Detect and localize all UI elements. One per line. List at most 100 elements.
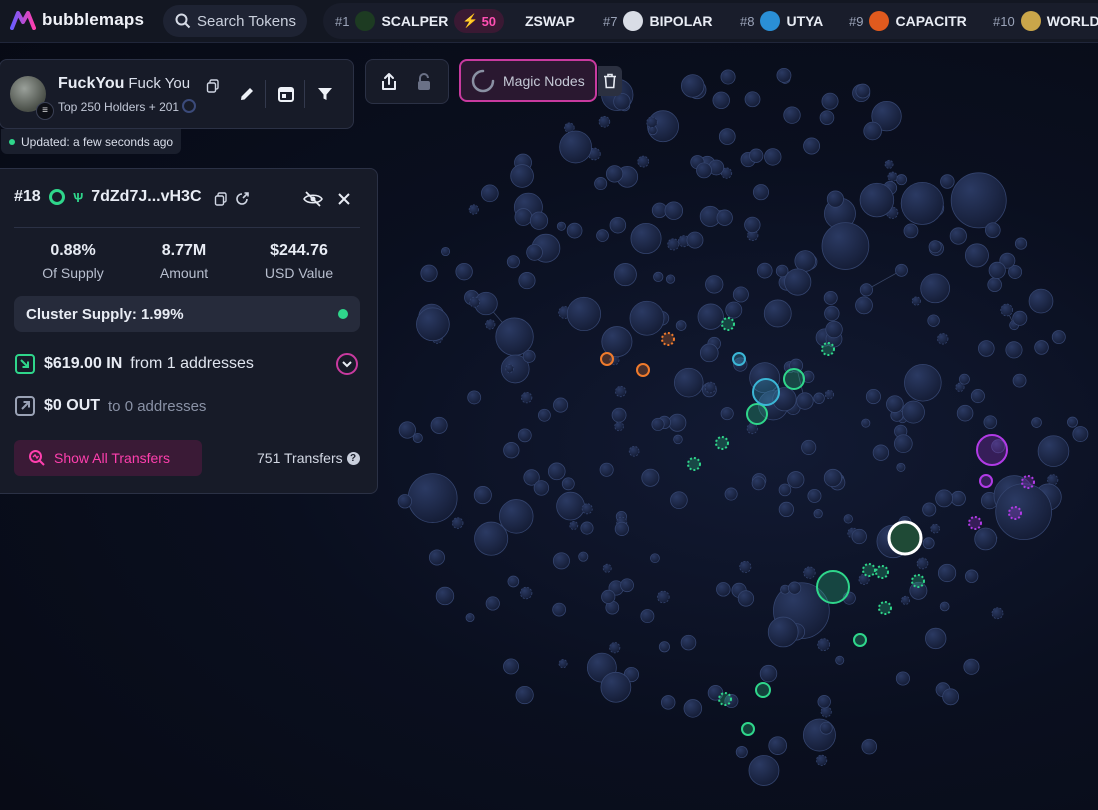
holder-bubble[interactable]	[988, 261, 1006, 279]
holder-bubble[interactable]	[485, 319, 496, 330]
holder-bubble[interactable]	[680, 634, 697, 651]
holder-bubble[interactable]	[903, 223, 919, 239]
holder-bubble[interactable]	[657, 590, 670, 604]
holder-bubble[interactable]	[505, 364, 515, 373]
holder-bubble[interactable]	[1014, 237, 1028, 250]
holder-bubble[interactable]	[704, 381, 717, 394]
cluster-bubble[interactable]	[878, 601, 892, 615]
holder-bubble[interactable]	[495, 317, 534, 356]
holder-bubble[interactable]	[473, 486, 492, 505]
holder-bubble[interactable]	[605, 165, 624, 183]
holder-bubble[interactable]	[581, 503, 593, 515]
holder-bubble[interactable]	[521, 392, 533, 404]
holder-bubble[interactable]	[397, 494, 413, 509]
holder-bubble[interactable]	[533, 480, 550, 496]
holder-bubble[interactable]	[665, 274, 676, 284]
holder-bubble[interactable]	[609, 216, 627, 234]
help-icon[interactable]: ?	[346, 451, 360, 465]
holder-bubble[interactable]	[859, 182, 895, 218]
hide-eye-icon[interactable]	[301, 187, 325, 211]
cluster-bubble[interactable]	[976, 434, 1008, 466]
holder-bubble[interactable]	[783, 106, 801, 124]
holder-bubble[interactable]	[863, 121, 882, 141]
holder-bubble[interactable]	[995, 483, 1052, 541]
holder-bubble[interactable]	[599, 462, 614, 477]
holder-bubble[interactable]	[983, 415, 998, 429]
holder-bubble[interactable]	[660, 695, 676, 710]
holder-bubble[interactable]	[751, 476, 766, 491]
holder-bubble[interactable]	[609, 642, 621, 654]
holder-bubble[interactable]	[440, 246, 451, 257]
holder-bubble[interactable]	[768, 736, 788, 755]
holder-bubble[interactable]	[935, 489, 953, 508]
holder-bubble[interactable]	[629, 300, 665, 336]
ticker-item-zswap[interactable]: ZSWAP	[525, 3, 575, 39]
wallet-address[interactable]: 7dZd7J...vH3C	[91, 188, 201, 206]
holder-bubble[interactable]	[978, 340, 995, 357]
holder-bubble[interactable]	[650, 553, 660, 564]
holder-bubble[interactable]	[896, 174, 908, 186]
cluster-bubble[interactable]	[636, 363, 650, 377]
holder-bubble[interactable]	[861, 418, 871, 428]
holder-bubble[interactable]	[561, 477, 575, 491]
holder-bubble[interactable]	[503, 658, 519, 675]
cluster-bubble[interactable]	[853, 633, 867, 647]
holder-bubble[interactable]	[640, 609, 655, 624]
holder-bubble[interactable]	[824, 389, 835, 400]
holder-bubble[interactable]	[637, 155, 650, 168]
expand-chevron-icon[interactable]	[336, 353, 358, 375]
holder-bubble[interactable]	[950, 490, 966, 507]
holder-bubble[interactable]	[668, 413, 687, 432]
holder-bubble[interactable]	[819, 110, 835, 125]
holder-bubble[interactable]	[855, 296, 873, 315]
holder-bubble[interactable]	[916, 557, 929, 570]
holder-bubble[interactable]	[794, 250, 816, 272]
holder-bubble[interactable]	[465, 613, 475, 623]
holder-bubble[interactable]	[559, 130, 592, 164]
holder-bubble[interactable]	[675, 320, 687, 331]
holder-bubble[interactable]	[430, 416, 448, 434]
holder-bubble[interactable]	[680, 74, 705, 98]
holder-bubble[interactable]	[887, 171, 898, 182]
holder-bubble[interactable]	[749, 148, 764, 163]
cluster-bubble[interactable]	[718, 692, 732, 706]
holder-bubble[interactable]	[510, 164, 534, 188]
cluster-bubble[interactable]	[1021, 475, 1035, 489]
holder-bubble[interactable]	[778, 483, 792, 497]
cluster-bubble[interactable]	[732, 352, 746, 366]
holder-bubble[interactable]	[578, 551, 589, 562]
holder-bubble[interactable]	[788, 581, 802, 595]
holder-bubble[interactable]	[763, 299, 792, 328]
holder-bubble[interactable]	[515, 685, 534, 705]
holder-bubble[interactable]	[503, 442, 520, 459]
holder-bubble[interactable]	[970, 389, 985, 404]
holder-bubble[interactable]	[823, 290, 838, 305]
holder-bubble[interactable]	[739, 560, 752, 573]
holder-bubble[interactable]	[958, 373, 970, 385]
holder-bubble[interactable]	[776, 67, 792, 83]
cluster-bubble[interactable]	[821, 342, 835, 356]
holder-bubble[interactable]	[744, 216, 761, 234]
holder-bubble[interactable]	[894, 434, 913, 454]
holder-bubble[interactable]	[556, 491, 585, 521]
holder-bubble[interactable]	[615, 385, 627, 398]
cluster-bubble[interactable]	[1008, 506, 1022, 520]
holder-bubble[interactable]	[855, 83, 871, 99]
filter-icon[interactable]	[313, 82, 337, 106]
cluster-supply-bar[interactable]: Cluster Supply: 1.99%	[14, 296, 360, 332]
holder-bubble[interactable]	[756, 262, 773, 279]
holder-bubble[interactable]	[529, 211, 549, 230]
holder-bubble[interactable]	[518, 272, 536, 290]
close-icon[interactable]	[332, 187, 356, 211]
cluster-bubble[interactable]	[862, 563, 876, 577]
holder-bubble[interactable]	[759, 664, 778, 683]
holder-bubble[interactable]	[716, 582, 731, 597]
holder-bubble[interactable]	[801, 439, 817, 455]
holder-bubble[interactable]	[556, 221, 566, 231]
holder-bubble[interactable]	[416, 307, 450, 342]
holder-bubble[interactable]	[553, 397, 569, 413]
holder-bubble[interactable]	[658, 641, 670, 653]
holder-bubble[interactable]	[600, 671, 632, 703]
holder-bubble[interactable]	[974, 527, 997, 551]
holder-bubble[interactable]	[1000, 303, 1014, 317]
